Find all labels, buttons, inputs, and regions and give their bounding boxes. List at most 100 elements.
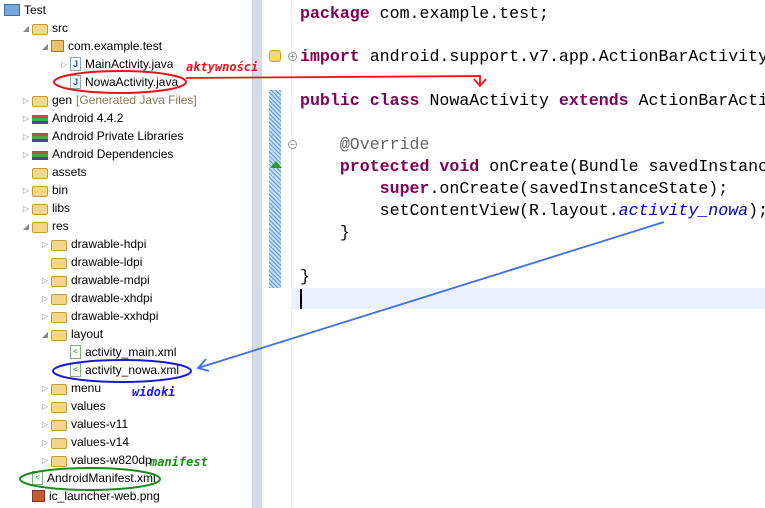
project-icon	[4, 4, 20, 16]
warning-icon	[269, 50, 281, 62]
tree-item[interactable]: Test	[4, 1, 46, 19]
tree-item[interactable]: ▷ menu	[39, 379, 101, 397]
collapsed-arrow-icon[interactable]: ▷	[39, 456, 51, 465]
library-icon	[32, 115, 48, 124]
folder-icon	[32, 221, 48, 233]
tree-item-label: drawable-xhdpi	[71, 291, 153, 305]
collapse-fold-icon[interactable]: −	[288, 140, 297, 149]
collapsed-arrow-icon[interactable]: ▷	[39, 384, 51, 393]
folder-icon	[51, 455, 67, 467]
tree-item[interactable]: ▷ gen [Generated Java Files]	[20, 91, 197, 109]
folder-icon	[51, 293, 67, 305]
code-line: }	[300, 267, 310, 286]
collapsed-arrow-icon[interactable]: ▷	[20, 96, 32, 105]
code-text: NowaActivity	[419, 91, 559, 110]
code-text: );	[748, 201, 765, 220]
code-line: public class NowaActivity extends Action…	[300, 90, 765, 112]
collapsed-arrow-icon[interactable]: ▷	[20, 150, 32, 159]
keyword: class	[359, 91, 420, 110]
tree-item[interactable]: ▷ Android Dependencies	[20, 145, 174, 163]
folder-icon	[32, 203, 48, 215]
collapsed-arrow-icon[interactable]: ▷	[39, 294, 51, 303]
tree-item-label: drawable-hdpi	[71, 237, 147, 251]
package-icon	[51, 40, 64, 52]
expanded-arrow-icon[interactable]: ◢	[20, 222, 32, 231]
source-folder-icon	[32, 95, 48, 107]
folder-icon	[51, 257, 67, 269]
tree-item[interactable]: ▷ values-v14	[39, 433, 129, 451]
tree-item[interactable]: ▷ values-v11	[39, 415, 128, 433]
expanded-arrow-icon[interactable]: ◢	[39, 330, 51, 339]
tree-item[interactable]: ▷ drawable-xhdpi	[39, 289, 152, 307]
code-text: onCreate(Bundle savedInstanc	[479, 157, 765, 176]
folder-icon	[51, 437, 67, 449]
collapsed-arrow-icon[interactable]: ▷	[39, 276, 51, 285]
keyword: public	[300, 91, 360, 110]
tree-item[interactable]: ▷ libs	[20, 199, 70, 217]
tree-item[interactable]: < AndroidManifest.xml	[20, 469, 156, 487]
folder-icon	[51, 311, 67, 323]
collapsed-arrow-icon[interactable]: ▷	[20, 132, 32, 141]
collapsed-arrow-icon[interactable]: ▷	[39, 312, 51, 321]
tree-item-label: assets	[52, 165, 87, 179]
tree-item[interactable]: ▷ drawable-xxhdpi	[39, 307, 158, 325]
panel-splitter[interactable]	[252, 0, 262, 508]
collapsed-arrow-icon[interactable]: ▷	[39, 438, 51, 447]
tree-item[interactable]: ◢ res	[20, 217, 69, 235]
tree-item-label: Android Private Libraries	[52, 129, 184, 143]
text-caret	[300, 289, 302, 309]
tree-item-label: AndroidManifest.xml	[47, 471, 156, 485]
collapsed-arrow-icon[interactable]: ▷	[20, 186, 32, 195]
tree-item-label: values	[71, 399, 106, 413]
expand-fold-icon[interactable]: +	[288, 52, 297, 61]
tree-item[interactable]: ▷ values-w820dp	[39, 451, 152, 469]
tree-item[interactable]: ▷ Android Private Libraries	[20, 127, 183, 145]
code-editor[interactable]: + − package com.example.test; import and…	[262, 0, 765, 508]
expanded-arrow-icon[interactable]: ◢	[20, 24, 32, 33]
tree-item[interactable]: ▷ values	[39, 397, 106, 415]
expanded-arrow-icon[interactable]: ◢	[39, 42, 51, 51]
tree-item[interactable]: ic_launcher-web.png	[20, 487, 160, 505]
collapsed-arrow-icon[interactable]: ▷	[20, 204, 32, 213]
tree-item-label: src	[52, 21, 68, 35]
collapsed-arrow-icon[interactable]: ▷	[39, 420, 51, 429]
code-line: setContentView(R.layout.activity_nowa);	[300, 200, 765, 222]
tree-item[interactable]: ▷ Android 4.4.2	[20, 109, 123, 127]
tree-item-label: menu	[71, 381, 102, 395]
collapsed-arrow-icon[interactable]: ▷	[39, 402, 51, 411]
image-file-icon	[32, 490, 45, 502]
tree-item[interactable]: < activity_nowa.xml	[58, 361, 179, 379]
tree-item[interactable]: ◢ com.example.test	[39, 37, 162, 55]
tree-item[interactable]: < activity_main.xml	[58, 343, 176, 361]
tree-item-label: Android 4.4.2	[52, 111, 124, 125]
tree-item-label: values-w820dp	[71, 453, 152, 467]
tree-item[interactable]: ▷ J MainActivity.java	[58, 55, 173, 73]
tree-item[interactable]: ▷ bin	[20, 181, 68, 199]
tree-item[interactable]: drawable-ldpi	[39, 253, 142, 271]
tree-item-label: libs	[52, 201, 71, 215]
source-folder-icon	[32, 23, 48, 35]
override-marker-icon	[270, 161, 282, 168]
collapsed-arrow-icon[interactable]: ▷	[39, 240, 51, 249]
tree-item[interactable]: assets	[20, 163, 87, 181]
tree-item-label: bin	[52, 183, 69, 197]
tree-item-decoration: [Generated Java Files]	[76, 93, 197, 107]
folder-icon	[51, 275, 67, 287]
package-explorer: Test ◢ src ◢ com.example.test ▷ J MainActivity.…	[0, 0, 252, 508]
folder-icon	[51, 383, 67, 395]
collapsed-arrow-icon[interactable]: ▷	[58, 60, 70, 69]
code-line: }	[300, 223, 350, 242]
tree-item[interactable]: ▷ drawable-mdpi	[39, 271, 150, 289]
tree-item-label: gen	[52, 93, 73, 107]
xml-file-icon: <	[32, 471, 43, 485]
tree-item[interactable]: J NowaActivity.java	[58, 73, 178, 91]
code-text: android.support.v7.app.ActionBarActivity	[359, 47, 765, 66]
tree-item-label: Android Dependencies	[52, 147, 174, 161]
tree-item[interactable]: ◢ src	[20, 19, 68, 37]
collapsed-arrow-icon[interactable]: ▷	[20, 114, 32, 123]
tree-item[interactable]: ◢ layout	[39, 325, 103, 343]
keyword: extends	[558, 91, 629, 110]
tree-item[interactable]: ▷ drawable-hdpi	[39, 235, 146, 253]
tree-item-label: ic_launcher-web.png	[49, 489, 160, 503]
tree-item-label: layout	[71, 327, 104, 341]
